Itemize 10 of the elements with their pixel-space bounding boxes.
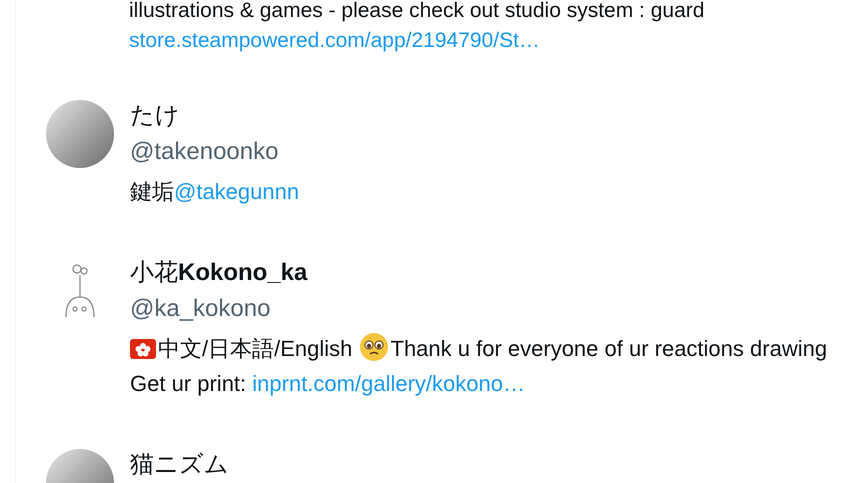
user-bio: 鍵垢@takegunnn (130, 178, 300, 206)
flag-icon (130, 339, 156, 359)
user-name[interactable]: 小花Kokono_ka (130, 257, 851, 289)
user-name[interactable]: 猫ニズム (130, 449, 229, 481)
pleading-face-icon (358, 332, 388, 362)
user-bio: illustrations & games - please check out studio system : guard store.steampowered.com/app/2194790/St… (129, 0, 706, 54)
user-handle[interactable]: @takenoonko (130, 132, 300, 172)
user-handle[interactable]: @ka_kokono (130, 289, 851, 329)
user-bio: 中文/日本語/English Thank u for everyone of ur reactions drawing Get ur print: inprnt.com/gallery/kokono… (130, 331, 851, 401)
user-name[interactable]: たけ (130, 100, 300, 132)
